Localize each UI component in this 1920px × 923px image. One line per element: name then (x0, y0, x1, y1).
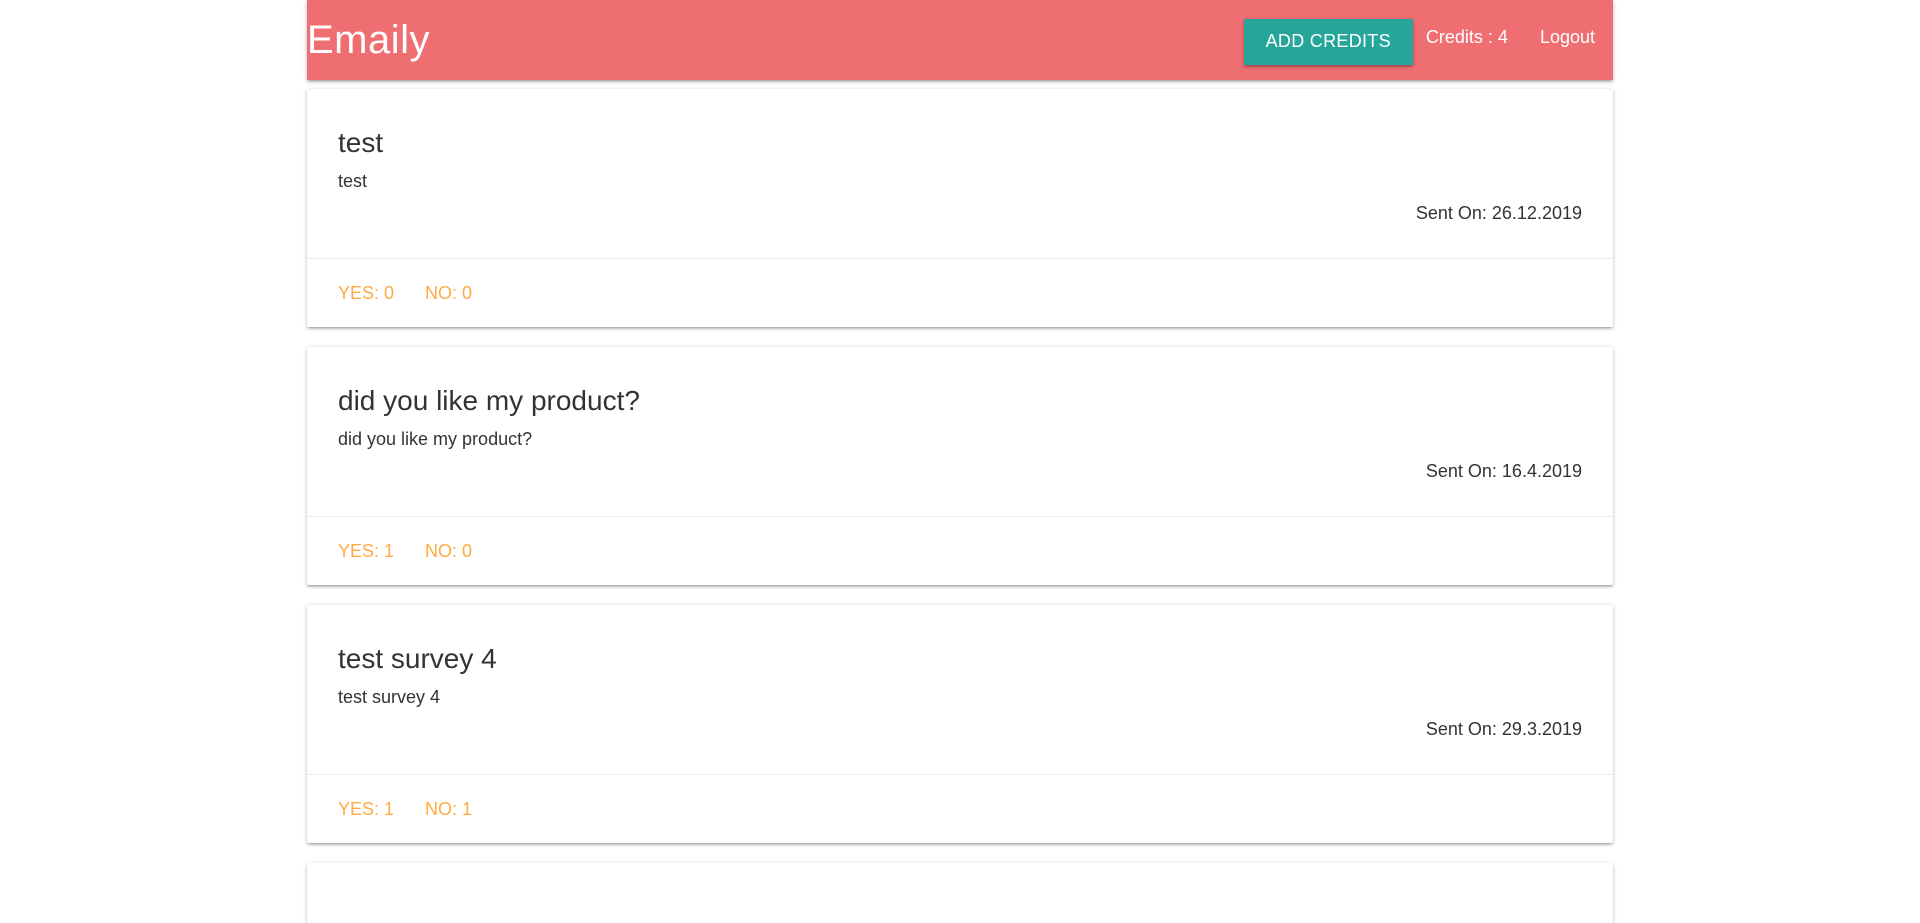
survey-body: did you like my product? (338, 429, 533, 449)
survey-card-partial (307, 863, 1613, 923)
no-count-link[interactable]: NO: 0 (425, 541, 472, 562)
no-count-link[interactable]: NO: 1 (425, 799, 472, 820)
nav-right-group: ADD CREDITS Credits : 4 Logout (1243, 0, 1613, 80)
card-content: did you like my product? did you like my… (307, 347, 1613, 516)
survey-sent-date: Sent On: 29.3.2019 (1425, 719, 1582, 739)
survey-title: test (338, 127, 384, 158)
card-action: YES: 1 NO: 1 (307, 774, 1613, 843)
survey-list: test test Sent On: 26.12.2019 YES: 0 NO:… (307, 89, 1613, 923)
no-count-link[interactable]: NO: 0 (425, 283, 472, 304)
yes-count-link[interactable]: YES: 1 (338, 541, 394, 562)
survey-sent-date: Sent On: 16.4.2019 (1425, 461, 1582, 481)
card-content: test survey 4 test survey 4 Sent On: 29.… (307, 605, 1613, 774)
logout-link[interactable]: Logout (1524, 27, 1613, 48)
page-container: Emaily ADD CREDITS Credits : 4 Logout te… (307, 0, 1613, 923)
survey-title: test survey 4 (338, 643, 497, 674)
yes-count-link[interactable]: YES: 0 (338, 283, 394, 304)
survey-body: test survey 4 (338, 687, 441, 707)
yes-count-link[interactable]: YES: 1 (338, 799, 394, 820)
card-action: YES: 0 NO: 0 (307, 258, 1613, 327)
survey-card: did you like my product? did you like my… (307, 347, 1613, 585)
survey-title: did you like my product? (338, 385, 640, 416)
brand-logo-link[interactable]: Emaily (307, 0, 430, 80)
credits-count: Credits : 4 (1425, 27, 1508, 47)
card-action: YES: 1 NO: 0 (307, 516, 1613, 585)
survey-sent-date: Sent On: 26.12.2019 (1415, 203, 1582, 223)
top-navbar: Emaily ADD CREDITS Credits : 4 Logout (307, 0, 1613, 80)
survey-card: test test Sent On: 26.12.2019 YES: 0 NO:… (307, 89, 1613, 327)
card-content: test test Sent On: 26.12.2019 (307, 89, 1613, 258)
survey-body: test (338, 171, 368, 191)
survey-card: test survey 4 test survey 4 Sent On: 29.… (307, 605, 1613, 843)
add-credits-button[interactable]: ADD CREDITS (1243, 18, 1413, 65)
